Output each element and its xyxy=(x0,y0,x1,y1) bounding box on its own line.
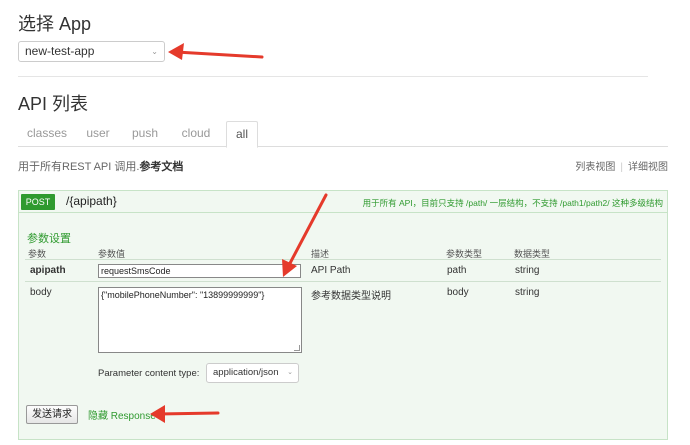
app-select-dropdown[interactable]: new-test-app ⌄ xyxy=(18,41,165,62)
endpoint-header[interactable]: POST /{apipath} 用于所有 API，目前只支持 /path/ 一层… xyxy=(19,191,667,213)
tab-user[interactable]: user xyxy=(80,121,116,147)
apipath-input[interactable]: requestSmsCode xyxy=(98,264,301,278)
param-type-apipath: path xyxy=(447,265,467,276)
param-name-body: body xyxy=(30,287,52,298)
api-list-title: API 列表 xyxy=(18,94,89,114)
tab-cloud[interactable]: cloud xyxy=(174,121,218,147)
app-select-value: new-test-app xyxy=(25,44,95,58)
endpoint-path[interactable]: /{apipath} xyxy=(66,194,117,208)
description-text: 用于所有REST API 调用. xyxy=(18,161,140,173)
view-switcher: 列表视图 | 详细视图 xyxy=(575,158,668,173)
data-type-apipath: string xyxy=(515,265,540,276)
param-desc-apipath: API Path xyxy=(311,265,351,276)
body-textarea-value: {"mobilePhoneNumber": "13899999999"} xyxy=(101,290,265,300)
detail-view-link[interactable]: 详细视图 xyxy=(628,162,668,173)
api-tabs: classes user push cloud all xyxy=(18,121,668,148)
params-title: 参数设置 xyxy=(27,233,71,245)
content-type-label: Parameter content type: xyxy=(98,368,200,379)
table-row-divider xyxy=(25,281,661,282)
tab-all[interactable]: all xyxy=(226,121,258,148)
endpoint-note: 用于所有 API，目前只支持 /path/ 一层结构，不支持 /path1/pa… xyxy=(362,198,663,208)
body-textarea[interactable]: {"mobilePhoneNumber": "13899999999"} xyxy=(98,287,302,353)
tab-push[interactable]: push xyxy=(126,121,164,147)
param-type-body: body xyxy=(447,287,469,298)
chevron-down-icon: ⌄ xyxy=(151,47,158,56)
method-badge: POST xyxy=(21,194,55,210)
param-name-apipath: apipath xyxy=(30,265,66,276)
data-type-body: string xyxy=(515,287,540,298)
resize-handle-icon[interactable] xyxy=(294,345,300,351)
view-separator: | xyxy=(620,162,623,173)
table-header-divider xyxy=(25,259,661,260)
param-desc-body[interactable]: 参考数据类型说明 xyxy=(311,287,391,302)
content-type-value: application/json xyxy=(213,367,279,378)
api-description: 用于所有REST API 调用.参考文档 xyxy=(18,158,183,174)
select-app-title: 选择 App xyxy=(18,14,92,34)
content-type-select[interactable]: application/json ⌄ xyxy=(206,363,299,383)
tab-classes[interactable]: classes xyxy=(22,121,72,147)
section-divider xyxy=(18,76,648,77)
reference-docs-link[interactable]: 参考文档 xyxy=(139,161,183,173)
chevron-down-icon: ⌄ xyxy=(287,369,293,376)
annotation-arrow-icon xyxy=(174,50,264,59)
list-view-link[interactable]: 列表视图 xyxy=(575,162,615,173)
hide-response-link[interactable]: 隐藏 Response xyxy=(88,407,156,422)
endpoint-panel: POST /{apipath} 用于所有 API，目前只支持 /path/ 一层… xyxy=(18,190,668,440)
annotation-arrowhead-icon xyxy=(168,43,184,60)
send-request-button[interactable]: 发送请求 xyxy=(26,405,78,424)
